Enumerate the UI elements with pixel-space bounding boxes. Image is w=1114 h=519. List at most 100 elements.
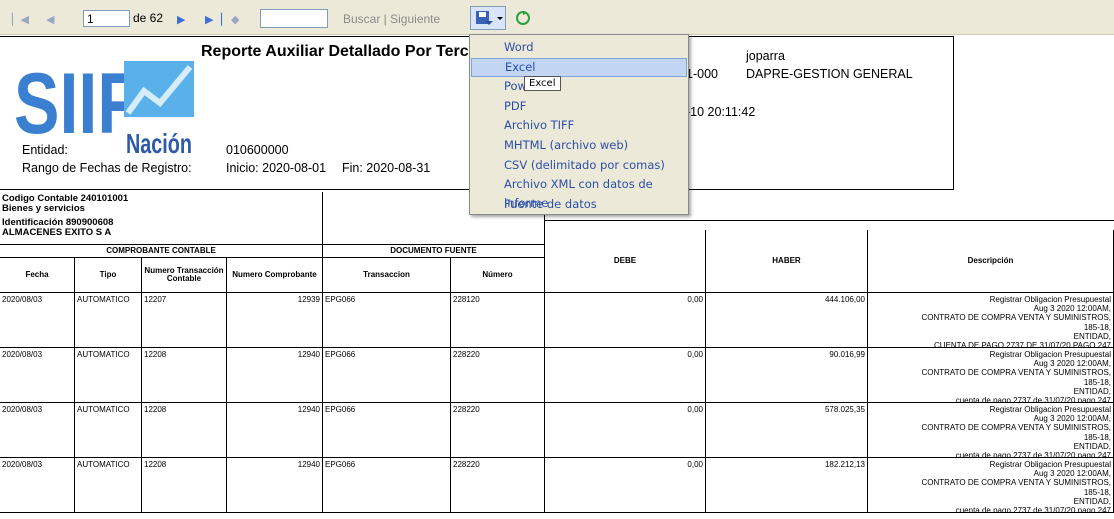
report-toolbar: ▏◀ ◀ de 62 ▶ ▶▕ ◆ Buscar | Siguiente [0,0,1114,35]
col-numero-header: Número [451,258,545,293]
description-line: Registrar Obligacion Presupuestal [989,460,1111,469]
table-cell-debe: 0,00 [545,348,706,403]
table-cell-fecha: 2020/08/03 [0,458,75,513]
description-line: 185-18, [1083,377,1111,387]
col-num-comprobante-header: Numero Comprobante [227,258,323,293]
export-menu-item[interactable]: Archivo TIFF [471,116,687,135]
col-fecha-header: Fecha [0,258,75,293]
col-tipo-header: Tipo [75,258,142,293]
back-to-parent-icon[interactable]: ◆ [231,13,239,26]
export-button[interactable] [470,6,506,30]
generation-date: -10 20:11:42 [686,105,756,119]
export-menu-item[interactable]: MHTML (archivo web) [471,136,687,155]
description-line: ENTIDAD, [1073,331,1111,341]
table-cell-haber: 90.016,99 [706,348,868,403]
description-line: CONTRATO DE COMPRA VENTA Y SUMINISTROS, [921,313,1111,323]
divider [322,192,323,244]
account-info: Codigo Contable 240101001 Bienes y servi… [0,192,130,241]
svg-text:Nación: Nación [126,128,192,159]
table-cell-transaccion: EPG066 [323,403,451,458]
first-page-icon[interactable]: ▏◀ [12,13,29,26]
col-haber-header: HABER [706,230,868,293]
date-range-label: Rango de Fechas de Registro: [22,161,192,175]
export-menu-item[interactable]: CSV (delimitado por comas) [471,156,687,175]
save-disk-icon [476,11,503,25]
description-line: ENTIDAD, [1073,386,1111,396]
table-cell-num-comprobante: 12940 [227,458,323,513]
description-line: Aug 3 2020 12:00AM, [1033,414,1111,424]
table-cell-transaccion: EPG066 [323,293,451,348]
description-line: ENTIDAD, [1073,441,1111,451]
description-line: Registrar Obligacion Presupuestal [989,295,1111,304]
table-cell-debe: 0,00 [545,403,706,458]
unit-code: 1-000 [686,67,718,81]
last-page-icon[interactable]: ▶▕ [205,13,222,26]
date-range-end: Fin: 2020-08-31 [342,161,431,175]
divider [544,220,1114,221]
description-line: ENTIDAD, [1073,496,1111,506]
col-descripcion-header: Descripción [868,230,1114,293]
table-cell-tipo: AUTOMATICO [75,403,142,458]
export-menu-item[interactable]: Pow [471,77,687,96]
export-menu-item[interactable]: Excel [471,57,687,77]
description-line: CONTRATO DE COMPRA VENTA Y SUMINISTROS, [921,478,1111,488]
entidad-label: Entidad: [22,143,68,157]
page-number-input[interactable] [83,10,130,27]
table-cell-num-transaccion: 12208 [142,403,227,458]
description-line: CONTRATO DE COMPRA VENTA Y SUMINISTROS, [921,368,1111,378]
table-cell-descripcion: Registrar Obligacion Presupuestal Aug 3 2… [868,293,1114,348]
table-cell-numero: 228220 [451,458,545,513]
table-cell-descripcion: Registrar Obligacion Presupuestal Aug 3 2… [868,458,1114,513]
table-cell-descripcion: Registrar Obligacion Presupuestal Aug 3 2… [868,348,1114,403]
table-cell-numero: 228120 [451,293,545,348]
export-menu-item[interactable]: PDF [471,97,687,116]
table-cell-tipo: AUTOMATICO [75,348,142,403]
svg-text:SIIF: SIIF [14,56,139,152]
description-line: cuenta de pago 2737 de 31/07/20 pago 247 [955,450,1111,458]
table-cell-num-comprobante: 12940 [227,348,323,403]
report-title: Reporte Auxiliar Detallado Por Tercer [201,43,484,60]
refresh-icon[interactable] [515,10,531,26]
export-menu-item[interactable]: Archivo XML con datos de informe [471,175,687,210]
table-cell-num-transaccion: 12208 [142,458,227,513]
next-page-icon[interactable]: ▶ [177,13,185,26]
group-header-documento: DOCUMENTO FUENTE [323,244,545,258]
table-cell-debe: 0,00 [545,293,706,348]
previous-page-icon[interactable]: ◀ [46,13,54,26]
table-cell-tipo: AUTOMATICO [75,458,142,513]
description-line: Registrar Obligacion Presupuestal [989,350,1111,359]
search-links[interactable]: Buscar | Siguiente [343,12,440,26]
search-input[interactable] [260,9,328,28]
table-cell-num-transaccion: 12207 [142,293,227,348]
table-cell-num-comprobante: 12939 [227,293,323,348]
description-line: Aug 3 2020 12:00AM, [1033,304,1111,314]
table-cell-haber: 578.025,35 [706,403,868,458]
description-line: cuenta de pago 2737 de 31/07/20 pago 247 [955,395,1111,403]
col-num-transaccion-header: Numero Transacción Contable [142,258,227,293]
table-cell-num-transaccion: 12208 [142,348,227,403]
table-cell-tipo: AUTOMATICO [75,293,142,348]
export-format-menu: Word Excel Pow PDF Archivo TIFF MHTML (archiv… [469,34,689,215]
export-menu-item[interactable]: Word [471,38,687,57]
table-cell-debe: 0,00 [545,458,706,513]
description-line: 185-18, [1083,322,1111,332]
account-name: Bienes y servicios [2,203,85,215]
table-cell-numero: 228220 [451,348,545,403]
table-cell-fecha: 2020/08/03 [0,348,75,403]
description-line: Aug 3 2020 12:00AM, [1033,359,1111,369]
tooltip: Excel [524,76,561,91]
table-cell-descripcion: Registrar Obligacion Presupuestal Aug 3 2… [868,403,1114,458]
date-range-start: Inicio: 2020-08-01 [226,161,327,175]
unit-name: DAPRE-GESTION GENERAL [746,67,913,81]
export-menu-item[interactable]: Fuente de datos [471,195,687,214]
group-header-comprobante: COMPROBANTE CONTABLE [0,244,323,258]
col-transaccion-header: Transaccion [323,258,451,293]
description-line: cuenta de pago 2737 de 31/07/20 pago 247 [955,505,1111,513]
detail-table: Codigo Contable 240101001 Bienes y servi… [0,192,1114,519]
table-cell-haber: 182.212,13 [706,458,868,513]
table-cell-numero: 228220 [451,403,545,458]
table-cell-num-comprobante: 12940 [227,403,323,458]
col-debe-header: DEBE [545,230,706,293]
description-line: CUENTA DE PAGO 2737 DE 31/07/20 PAGO 247 [934,340,1111,348]
table-cell-transaccion: EPG066 [323,458,451,513]
